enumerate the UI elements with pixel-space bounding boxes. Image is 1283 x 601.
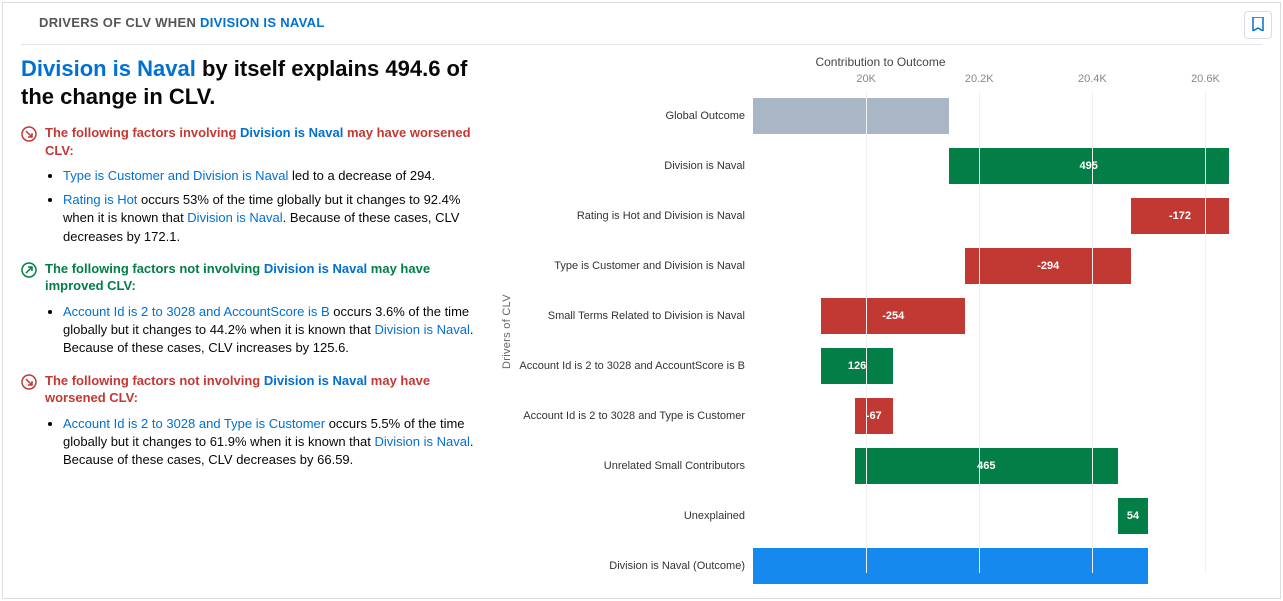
bar-value-label: -172 — [1169, 210, 1191, 222]
inline-link[interactable]: Division is Naval — [187, 210, 282, 225]
chart-bar-row: -67 — [753, 391, 1262, 441]
bullet-list: Account Id is 2 to 3028 and Type is Cust… — [63, 415, 491, 470]
bullet-item: Account Id is 2 to 3028 and AccountScore… — [63, 303, 491, 358]
chart-title: Contribution to Outcome — [499, 55, 1262, 69]
chart-row-label: Division is Naval (Outcome) — [515, 541, 753, 591]
x-tick-label: 20K — [856, 73, 876, 85]
chart-row-labels: Global OutcomeDivision is NavalRating is… — [515, 73, 753, 591]
inline-link[interactable]: Division is Naval — [374, 322, 469, 337]
bar-value-label: 54 — [1127, 510, 1139, 522]
drivers-panel: DRIVERS OF CLV WHEN DIVISION IS NAVAL Di… — [2, 2, 1281, 599]
section-heading: The following factors involving Division… — [45, 124, 491, 159]
chart-bar[interactable]: -67 — [855, 398, 893, 434]
bookmark-button[interactable] — [1244, 11, 1272, 39]
chart-bar[interactable]: -254 — [821, 298, 965, 334]
chart-bar[interactable] — [753, 98, 949, 134]
bar-value-label: 126 — [848, 360, 866, 372]
insight-text-column: Division is Naval by itself explains 494… — [21, 55, 491, 591]
chart-bar[interactable]: 54 — [1118, 498, 1149, 534]
panel-header: DRIVERS OF CLV WHEN DIVISION IS NAVAL — [21, 3, 1262, 45]
gridline — [866, 91, 867, 573]
bullet-list: Type is Customer and Division is Naval l… — [63, 167, 491, 246]
chart-row-label: Account Id is 2 to 3028 and Type is Cust… — [515, 391, 753, 441]
chart-bar[interactable]: -294 — [965, 248, 1131, 284]
x-tick-label: 20.4K — [1078, 73, 1107, 85]
insight-section: The following factors not involving Divi… — [21, 372, 491, 407]
bar-value-label: -254 — [882, 310, 904, 322]
chart-column: Contribution to Outcome Drivers of CLV G… — [499, 55, 1262, 591]
trend-up-circle-icon — [21, 262, 37, 278]
chart-row-label: Small Terms Related to Division is Naval — [515, 291, 753, 341]
trend-down-circle-icon — [21, 374, 37, 390]
chart-bar-row: 126 — [753, 341, 1262, 391]
bullet-list: Account Id is 2 to 3028 and AccountScore… — [63, 303, 491, 358]
chart-bar-row: -294 — [753, 241, 1262, 291]
bar-value-label: -294 — [1037, 260, 1059, 272]
chart-bar[interactable]: 126 — [821, 348, 892, 384]
gridline — [979, 91, 980, 573]
chart-row-label: Division is Naval — [515, 141, 753, 191]
inline-link[interactable]: Division is Naval — [374, 434, 469, 449]
bookmark-icon — [1252, 17, 1264, 34]
chart-row-label: Unexplained — [515, 491, 753, 541]
chart-x-axis: 20K 20.2K 20.4K 20.6K — [753, 73, 1262, 91]
chart-row-label: Global Outcome — [515, 91, 753, 141]
chart-row-label: Type is Customer and Division is Naval — [515, 241, 753, 291]
insight-section: The following factors involving Division… — [21, 124, 491, 159]
bullet-item: Rating is Hot occurs 53% of the time glo… — [63, 191, 491, 246]
chart-row-label: Unrelated Small Contributors — [515, 441, 753, 491]
chart-bar-row: -172 — [753, 191, 1262, 241]
gridline — [1092, 91, 1093, 573]
panel-title: DRIVERS OF CLV WHEN DIVISION IS NAVAL — [39, 15, 325, 30]
chart-row-label: Account Id is 2 to 3028 and AccountScore… — [515, 341, 753, 391]
title-highlight: DIVISION IS NAVAL — [200, 15, 325, 30]
chart-bar[interactable]: -172 — [1131, 198, 1228, 234]
chart-bar-row: 54 — [753, 491, 1262, 541]
chart-bar[interactable]: 495 — [949, 148, 1229, 184]
headline: Division is Naval by itself explains 494… — [21, 55, 491, 110]
chart-bar-row: 495 — [753, 141, 1262, 191]
chart-bar-row — [753, 541, 1262, 591]
chart-bars: 495 -172 -294 -254 126 -67 465 54 — [753, 91, 1262, 591]
section-heading: The following factors not involving Divi… — [45, 372, 491, 407]
trend-down-circle-icon — [21, 126, 37, 142]
chart-bar-row: -254 — [753, 291, 1262, 341]
section-heading: The following factors not involving Divi… — [45, 260, 491, 295]
chart-bar[interactable]: 465 — [855, 448, 1118, 484]
chart-plot-area: 20K 20.2K 20.4K 20.6K 495 -172 -294 -254 126 -67… — [753, 73, 1262, 573]
chart-bar-row — [753, 91, 1262, 141]
inline-link[interactable]: Account Id is 2 to 3028 and Type is Cust… — [63, 416, 325, 431]
title-prefix: DRIVERS OF CLV WHEN — [39, 15, 200, 30]
bar-value-label: 495 — [1079, 160, 1097, 172]
headline-highlight: Division is Naval — [21, 56, 196, 81]
x-tick-label: 20.6K — [1191, 73, 1220, 85]
gridline — [1205, 91, 1206, 573]
chart-row-label: Rating is Hot and Division is Naval — [515, 191, 753, 241]
bullet-item: Account Id is 2 to 3028 and Type is Cust… — [63, 415, 491, 470]
chart-y-axis-label: Drivers of CLV — [499, 73, 515, 591]
inline-link[interactable]: Rating is Hot — [63, 192, 137, 207]
inline-link[interactable]: Type is Customer and Division is Naval — [63, 168, 288, 183]
chart-bar[interactable] — [753, 548, 1148, 584]
bar-value-label: -67 — [866, 410, 882, 422]
insight-section: The following factors not involving Divi… — [21, 260, 491, 295]
bullet-item: Type is Customer and Division is Naval l… — [63, 167, 491, 185]
inline-link[interactable]: Account Id is 2 to 3028 and AccountScore… — [63, 304, 330, 319]
panel-body: Division is Naval by itself explains 494… — [3, 45, 1280, 591]
x-tick-label: 20.2K — [965, 73, 994, 85]
chart-bar-row: 465 — [753, 441, 1262, 491]
